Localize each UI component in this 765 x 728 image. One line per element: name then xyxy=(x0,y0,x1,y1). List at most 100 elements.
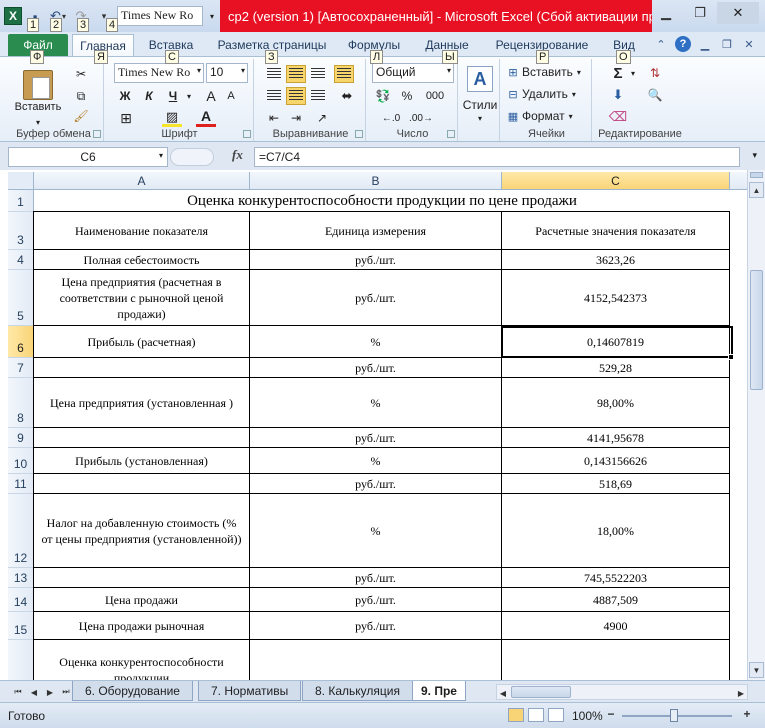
cell-a12[interactable]: Налог на добавленную стоимость (% от цен… xyxy=(33,493,250,568)
row-header[interactable]: 12 xyxy=(8,494,34,568)
redo-icon[interactable]: ↷ 3 xyxy=(71,6,91,32)
cell-c16[interactable]: конкурентная xyxy=(501,639,730,680)
underline-dropdown-icon[interactable]: ▾ xyxy=(184,87,194,105)
borders-icon[interactable]: ⊞ xyxy=(116,109,136,127)
cell-c10[interactable]: 0,143156626 xyxy=(501,447,730,474)
page-layout-view-icon[interactable] xyxy=(528,708,544,722)
cell-c13[interactable]: 745,5522203 xyxy=(501,567,730,588)
cell-b5[interactable]: руб./шт. xyxy=(249,269,502,326)
font-name-select[interactable]: Times New Ro ▾ xyxy=(114,63,204,83)
increase-decimal-icon[interactable]: ←.0 xyxy=(378,109,404,127)
format-cells-icon[interactable]: ▦ xyxy=(506,108,520,124)
scroll-up-icon[interactable]: ▲ xyxy=(749,182,764,198)
scroll-right-icon[interactable]: ▶ xyxy=(735,686,747,700)
cell-c4[interactable]: 3623,26 xyxy=(501,249,730,270)
align-middle-icon[interactable] xyxy=(286,65,306,83)
sheet-tab-8[interactable]: 8. Калькуляция xyxy=(302,681,413,701)
prev-sheet-icon[interactable]: ◀ xyxy=(28,685,40,699)
cell-c11[interactable]: 518,69 xyxy=(501,473,730,494)
scroll-down-icon[interactable]: ▼ xyxy=(749,662,764,678)
row-header[interactable]: 8 xyxy=(8,378,34,428)
paste-button[interactable]: Вставить xyxy=(8,99,68,115)
row-header[interactable]: 3 xyxy=(8,212,34,250)
row-header[interactable]: 13 xyxy=(8,568,34,588)
cell-b14[interactable]: руб./шт. xyxy=(249,587,502,612)
cut-icon[interactable]: ✂ xyxy=(72,65,90,83)
row-header[interactable]: 16 xyxy=(8,640,34,680)
sort-filter-icon[interactable]: ⇅ xyxy=(644,63,666,83)
paste-icon[interactable] xyxy=(18,67,58,103)
fill-handle[interactable] xyxy=(728,354,734,360)
styles-dropdown-icon[interactable]: ▾ xyxy=(474,113,486,123)
cell-b9[interactable]: руб./шт. xyxy=(249,427,502,448)
alignment-launcher-icon[interactable] xyxy=(355,130,363,138)
align-left-icon[interactable] xyxy=(264,87,284,105)
autosum-dropdown-icon[interactable]: ▾ xyxy=(628,63,638,83)
cell-a4[interactable]: Полная себестоимость xyxy=(33,249,250,270)
insert-function-icon[interactable]: fx xyxy=(232,147,243,163)
insert-cells-button[interactable]: Вставить ▾ xyxy=(522,64,586,80)
cell-b13[interactable]: руб./шт. xyxy=(249,567,502,588)
paste-dropdown-icon[interactable]: ▾ xyxy=(32,117,44,127)
vertical-split-handle[interactable] xyxy=(750,172,763,178)
cell-a16[interactable]: Оценка конкурентоспособности продукции xyxy=(33,639,250,680)
cell-a5[interactable]: Цена предприятия (расчетная в соответств… xyxy=(33,269,250,326)
orientation-icon[interactable]: ↗ xyxy=(310,109,334,127)
cell-c7[interactable]: 529,28 xyxy=(501,357,730,378)
cell-a11[interactable] xyxy=(33,473,250,494)
zoom-out-icon[interactable]: − xyxy=(604,707,618,721)
doc-restore-icon[interactable]: ❐ xyxy=(719,36,735,52)
qat-font-select[interactable]: Times New Ro xyxy=(117,6,203,26)
sheet-title-cell[interactable]: Оценка конкурентоспособности продукции п… xyxy=(34,190,730,212)
zoom-slider-knob[interactable] xyxy=(670,709,678,722)
styles-button[interactable]: Стили xyxy=(460,97,500,113)
comma-style-button[interactable]: 000 xyxy=(420,87,450,105)
cell-c9[interactable]: 4141,95678 xyxy=(501,427,730,448)
underline-button[interactable]: Ч xyxy=(164,87,182,105)
name-box[interactable]: C6 ▾ xyxy=(8,147,168,167)
row-header[interactable]: 5 xyxy=(8,270,34,326)
align-right-icon[interactable] xyxy=(308,87,328,105)
decrease-decimal-icon[interactable]: .00→ xyxy=(408,109,434,127)
autosum-icon[interactable]: Σ xyxy=(608,63,628,83)
align-bottom-icon[interactable] xyxy=(308,65,328,83)
cell-c15[interactable]: 4900 xyxy=(501,611,730,640)
zoom-in-icon[interactable]: + xyxy=(740,707,754,721)
formula-bar-splitter[interactable] xyxy=(170,148,214,166)
cell-a14[interactable]: Цена продажи xyxy=(33,587,250,612)
decrease-indent-icon[interactable]: ⇤ xyxy=(264,109,284,127)
row-header[interactable]: 14 xyxy=(8,588,34,612)
close-icon[interactable]: ✕ xyxy=(717,2,759,24)
row-header[interactable]: 6 xyxy=(8,326,34,358)
column-header-c[interactable]: C xyxy=(502,172,730,190)
qat-font-dropdown-icon[interactable]: ▾ xyxy=(206,6,218,26)
bold-button[interactable]: Ж xyxy=(116,87,134,105)
fill-icon[interactable]: ⬇ xyxy=(608,85,628,105)
qat-dropdown-icon[interactable]: ▾ 4 xyxy=(94,6,119,32)
last-sheet-icon[interactable]: ⏭ xyxy=(60,685,72,699)
cell-a9[interactable] xyxy=(33,427,250,448)
styles-icon[interactable]: A xyxy=(466,65,494,93)
sheet-tab-9[interactable]: 9. Пре xyxy=(412,681,466,701)
cell-a7[interactable] xyxy=(33,357,250,378)
currency-format-icon[interactable]: 💱 xyxy=(372,87,394,105)
delete-cells-icon[interactable]: ⊟ xyxy=(506,86,520,102)
first-sheet-icon[interactable]: ⏮ xyxy=(12,685,24,699)
insert-cells-icon[interactable]: ⊞ xyxy=(506,64,520,80)
cell-a13[interactable] xyxy=(33,567,250,588)
format-cells-button[interactable]: Формат ▾ xyxy=(522,108,586,124)
vertical-scrollbar[interactable]: ▲ ▼ xyxy=(747,170,765,680)
row-header[interactable]: 10 xyxy=(8,448,34,474)
cell-c8[interactable]: 98,00% xyxy=(501,377,730,428)
delete-cells-button[interactable]: Удалить ▾ xyxy=(522,86,586,102)
cell-a10[interactable]: Прибыль (установленная) xyxy=(33,447,250,474)
cell-b7[interactable]: руб./шт. xyxy=(249,357,502,378)
clipboard-launcher-icon[interactable] xyxy=(93,130,101,138)
cell-c6[interactable]: 0,14607819 xyxy=(501,325,730,358)
cell-b8[interactable]: % xyxy=(249,377,502,428)
grow-font-icon[interactable]: A xyxy=(202,87,220,105)
ribbon-collapse-icon[interactable]: ⌃ xyxy=(653,36,669,52)
horizontal-scrollbar[interactable]: ◀ ▶ xyxy=(496,684,748,700)
excel-app-icon[interactable]: X xyxy=(4,7,22,25)
cell-a15[interactable]: Цена продажи рыночная xyxy=(33,611,250,640)
